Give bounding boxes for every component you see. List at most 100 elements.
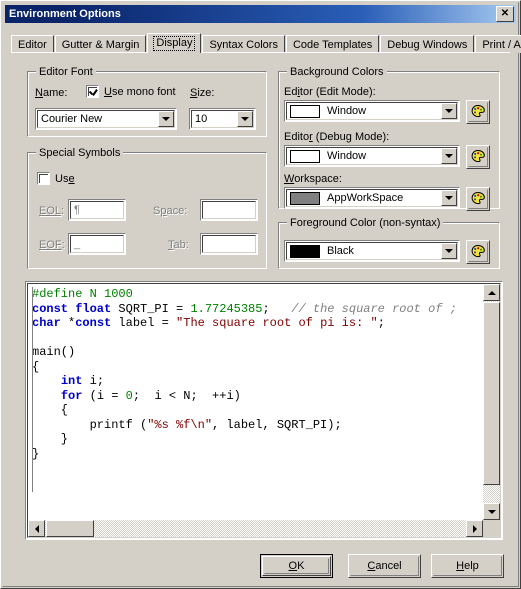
editor-debug-mode-label: Editor (Debug Mode): <box>284 131 390 143</box>
code-token: { <box>32 403 69 417</box>
close-button[interactable]: ✕ <box>496 6 514 22</box>
combo-inner: Black <box>286 242 458 260</box>
scrollbar-corner <box>483 520 500 537</box>
text-caret <box>32 287 33 492</box>
editor-debug-mode-combo[interactable]: Window <box>284 145 460 167</box>
title-bar: Environment Options ✕ <box>5 5 516 23</box>
code-preview-text[interactable]: #define N 1000 const float SQRT_PI = 1.7… <box>28 284 483 520</box>
horizontal-scroll-track[interactable] <box>45 520 466 537</box>
code-token: char <box>32 316 61 330</box>
help-button[interactable]: Help <box>431 554 504 578</box>
editor-debug-mode-palette-button[interactable] <box>466 145 490 169</box>
tab-label: Gutter & Margin <box>61 38 140 51</box>
color-swatch <box>290 244 320 258</box>
ok-button-face: OK <box>264 558 329 574</box>
tab-label: Editor <box>18 38 47 51</box>
arrow-left-icon <box>34 524 39 533</box>
foreground-color-combo[interactable]: Black <box>284 240 460 262</box>
combo-inner: Window <box>286 147 458 165</box>
code-token: const float <box>32 301 112 316</box>
tab-debug-windows[interactable]: Debug Windows <box>380 35 475 53</box>
code-token: "%s %f\n" <box>147 417 213 432</box>
chevron-down-icon[interactable] <box>158 111 174 127</box>
foreground-color-value: Black <box>327 245 354 257</box>
cancel-button-label: Cancel <box>367 560 402 572</box>
editor-edit-mode-value: Window <box>327 105 367 117</box>
foreground-color-palette-button[interactable] <box>466 240 490 264</box>
palette-icon <box>468 102 488 122</box>
chevron-down-icon[interactable] <box>441 103 457 119</box>
scroll-right-button[interactable] <box>466 520 483 537</box>
code-token: 1.77245385 <box>190 301 263 316</box>
workspace-combo[interactable]: AppWorkSpace <box>284 187 460 209</box>
tab-label: Syntax Colors <box>209 38 278 51</box>
checkbox-inner <box>88 87 97 96</box>
editor-debug-mode-value: Window <box>327 150 367 162</box>
workspace-palette-button[interactable] <box>466 187 490 211</box>
chevron-down-icon[interactable] <box>441 148 457 164</box>
editor-edit-mode-palette-button[interactable] <box>466 100 490 124</box>
code-token: printf ( <box>32 417 148 432</box>
code-preview-box: #define N 1000 const float SQRT_PI = 1.7… <box>25 281 503 540</box>
horizontal-scroll-thumb[interactable] <box>46 520 94 537</box>
use-mono-font-label: Use mono font <box>104 85 176 98</box>
ok-button[interactable]: OK <box>260 554 333 578</box>
workspace-label: Workspace: <box>284 173 342 185</box>
code-token: (i = <box>82 388 126 403</box>
tab-editor[interactable]: Editor <box>11 35 54 53</box>
window-title: Environment Options <box>9 8 121 20</box>
editor-edit-mode-combo[interactable]: Window <box>284 100 460 122</box>
font-name-value: Courier New <box>41 113 103 125</box>
palette-icon <box>468 242 488 262</box>
editor-edit-mode-label: Editor (Edit Mode): <box>284 86 376 98</box>
use-mono-font-checkbox[interactable]: Use mono font <box>86 85 176 98</box>
tab-syntax-colors[interactable]: Syntax Colors <box>202 35 285 53</box>
tab-display[interactable]: Display <box>147 33 202 53</box>
tab-print-alerts[interactable]: Print / Alerts <box>475 35 521 53</box>
palette-icon <box>468 189 488 209</box>
tab-label: Code Templates <box>292 38 373 51</box>
scroll-left-button[interactable] <box>28 520 45 537</box>
font-size-label: Size: <box>190 87 215 99</box>
code-token: ; <box>377 316 385 330</box>
code-token: "The square root of pi is: " <box>176 316 378 330</box>
code-token: i; <box>82 374 105 388</box>
code-token: } <box>32 446 40 461</box>
vertical-scroll-thumb[interactable] <box>483 302 500 485</box>
chevron-down-icon[interactable] <box>237 111 253 127</box>
combo-inner: AppWorkSpace <box>286 189 458 207</box>
code-token: const <box>75 316 112 330</box>
eol-input[interactable]: ¶ <box>68 199 126 221</box>
tab-label: Display <box>153 36 196 51</box>
scroll-up-button[interactable] <box>483 284 500 301</box>
use-special-symbols-label: Use <box>55 172 75 185</box>
cancel-button[interactable]: Cancel <box>348 554 421 578</box>
font-name-combo[interactable]: Courier New <box>35 108 177 130</box>
code-token: * <box>60 316 76 330</box>
chevron-down-icon[interactable] <box>441 190 457 206</box>
background-colors-group-title: Background Colors <box>287 66 387 78</box>
scroll-down-button[interactable] <box>483 503 500 520</box>
check-icon <box>89 88 97 97</box>
code-token: label = <box>111 316 177 330</box>
use-special-symbols-checkbox[interactable]: Use <box>37 172 75 185</box>
code-vertical-scrollbar[interactable] <box>483 284 500 520</box>
tab-code-templates[interactable]: Code Templates <box>285 35 380 53</box>
font-size-combo[interactable]: 10 <box>189 108 256 130</box>
tab-input[interactable] <box>200 233 258 255</box>
eof-input[interactable]: _ <box>68 233 126 255</box>
code-token: } <box>32 432 69 446</box>
font-name-label: Name: <box>35 87 68 99</box>
workspace-value: AppWorkSpace <box>327 192 404 204</box>
code-horizontal-scrollbar[interactable] <box>28 520 483 537</box>
combo-inner: Courier New <box>37 110 175 128</box>
space-input[interactable] <box>200 199 258 221</box>
code-token: ; i < N; ++i) <box>132 388 241 403</box>
code-token: int <box>60 374 83 388</box>
combo-inner: 10 <box>191 110 254 128</box>
foreground-color-group-title: Foreground Color (non-syntax) <box>287 217 444 229</box>
arrow-down-icon <box>487 509 496 514</box>
tab-gutter-margin[interactable]: Gutter & Margin <box>54 35 147 53</box>
eof-label: EOF: <box>39 239 65 251</box>
chevron-down-icon[interactable] <box>441 243 457 259</box>
